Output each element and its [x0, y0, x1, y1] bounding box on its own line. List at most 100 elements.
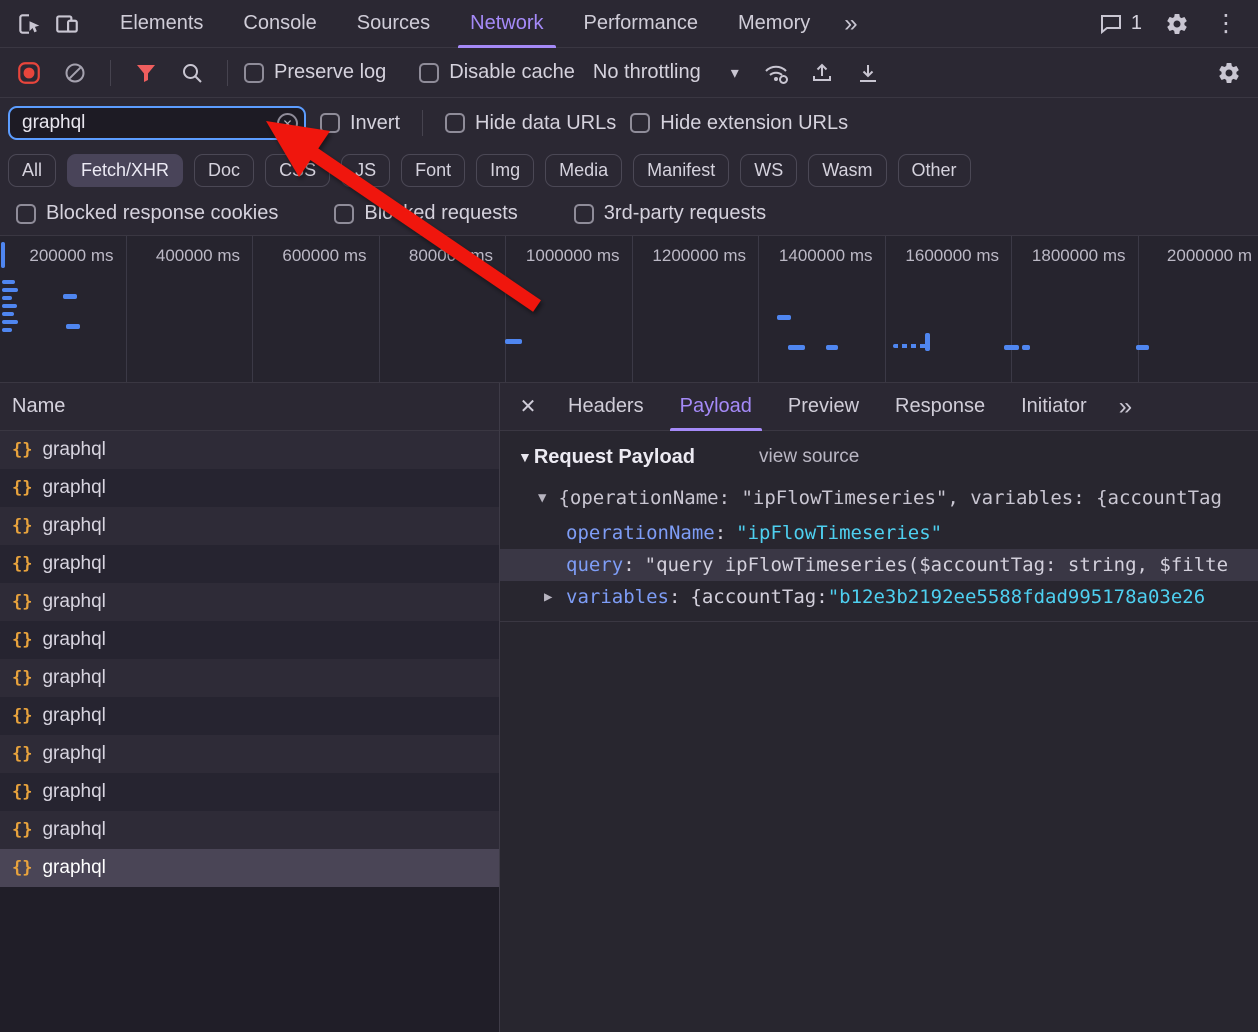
json-braces-icon: {}: [12, 668, 32, 688]
checkbox-box[interactable]: [419, 63, 439, 83]
invert-checkbox[interactable]: Invert: [320, 112, 400, 135]
json-braces-icon: {}: [12, 592, 32, 612]
view-source-link[interactable]: view source: [759, 446, 859, 468]
blocked-response-cookies-checkbox[interactable]: Blocked response cookies: [16, 202, 278, 225]
request-row[interactable]: {}graphql: [0, 735, 499, 773]
throttling-dropdown[interactable]: No throttling ▾: [583, 61, 749, 84]
request-row[interactable]: {}graphql: [0, 583, 499, 621]
name-column-header[interactable]: Name: [0, 383, 499, 431]
payload-summary-text: {operationName: "ipFlowTimeseries", vari…: [558, 487, 1221, 509]
inspect-element-icon[interactable]: [10, 5, 48, 43]
import-har-icon[interactable]: [803, 54, 841, 92]
console-messages-button[interactable]: 1: [1091, 12, 1150, 35]
request-row[interactable]: {}graphql: [0, 621, 499, 659]
chip-all[interactable]: All: [8, 154, 56, 187]
tab-memory[interactable]: Memory: [718, 0, 830, 48]
network-conditions-icon[interactable]: [757, 54, 795, 92]
clear-network-log-icon[interactable]: [56, 54, 94, 92]
third-party-requests-checkbox[interactable]: 3rd-party requests: [574, 202, 766, 225]
waterfall-activity-mark: [893, 344, 929, 348]
chip-other[interactable]: Other: [898, 154, 971, 187]
panel-tabs: Elements Console Sources Network Perform…: [100, 0, 830, 48]
preserve-log-checkbox[interactable]: Preserve log: [244, 61, 386, 84]
tab-payload[interactable]: Payload: [662, 383, 770, 431]
tab-initiator[interactable]: Initiator: [1003, 383, 1105, 431]
checkbox-box[interactable]: [320, 113, 340, 133]
search-icon[interactable]: [173, 54, 211, 92]
settings-gear-icon[interactable]: [1158, 5, 1196, 43]
checkbox-box[interactable]: [630, 113, 650, 133]
chip-media[interactable]: Media: [545, 154, 622, 187]
tab-network[interactable]: Network: [450, 0, 563, 48]
chevron-down-icon: ▾: [731, 63, 739, 83]
record-network-log-button[interactable]: [10, 54, 48, 92]
json-braces-icon: {}: [12, 820, 32, 840]
chip-ws[interactable]: WS: [740, 154, 797, 187]
disable-cache-checkbox[interactable]: Disable cache: [419, 61, 575, 84]
resource-type-chips: All Fetch/XHR Doc CSS JS Font Img Media …: [0, 148, 1258, 192]
tab-sources[interactable]: Sources: [337, 0, 450, 48]
filter-funnel-icon[interactable]: [127, 54, 165, 92]
waterfall-activity-mark: [2, 320, 18, 324]
request-row[interactable]: {}graphql: [0, 811, 499, 849]
console-message-count: 1: [1131, 12, 1142, 35]
request-row[interactable]: {}graphql: [0, 545, 499, 583]
chip-font[interactable]: Font: [401, 154, 465, 187]
disable-cache-label: Disable cache: [449, 61, 575, 84]
payload-property-row-selected[interactable]: query: "query ipFlowTimeseries($accountT…: [500, 549, 1258, 581]
tab-performance[interactable]: Performance: [564, 0, 719, 48]
chip-wasm[interactable]: Wasm: [808, 154, 886, 187]
clear-filter-icon[interactable]: ✕: [277, 113, 298, 134]
tab-elements[interactable]: Elements: [100, 0, 223, 48]
kebab-menu-icon[interactable]: ⋮: [1204, 9, 1248, 38]
hide-data-urls-checkbox[interactable]: Hide data URLs: [445, 112, 616, 135]
payload-property-row[interactable]: operationName: "ipFlowTimeseries": [500, 517, 1258, 549]
json-braces-icon: {}: [12, 706, 32, 726]
toolbar-divider: [227, 60, 228, 86]
payload-summary-row[interactable]: ▼ {operationName: "ipFlowTimeseries", va…: [500, 479, 1258, 517]
chip-img[interactable]: Img: [476, 154, 534, 187]
chip-fetch-xhr[interactable]: Fetch/XHR: [67, 154, 183, 187]
waterfall-activity-mark: [826, 345, 838, 350]
json-braces-icon: {}: [12, 858, 32, 878]
timeline-tick: 1400000 ms: [759, 236, 886, 382]
network-filter-input[interactable]: [8, 106, 306, 140]
expand-triangle-icon[interactable]: ▶: [544, 589, 558, 605]
device-toolbar-icon[interactable]: [48, 5, 86, 43]
network-settings-gear-icon[interactable]: [1210, 54, 1248, 92]
collapse-triangle-icon[interactable]: ▼: [518, 449, 532, 465]
collapse-triangle-icon[interactable]: ▼: [538, 490, 546, 506]
checkbox-box[interactable]: [244, 63, 264, 83]
request-row[interactable]: {}graphql: [0, 431, 499, 469]
blocked-requests-checkbox[interactable]: Blocked requests: [334, 202, 517, 225]
json-braces-icon: {}: [12, 440, 32, 460]
hide-extension-urls-checkbox[interactable]: Hide extension URLs: [630, 112, 848, 135]
request-row[interactable]: {}graphql: [0, 697, 499, 735]
request-row[interactable]: {}graphql: [0, 659, 499, 697]
export-har-icon[interactable]: [849, 54, 887, 92]
request-row[interactable]: {}graphql: [0, 773, 499, 811]
chip-manifest[interactable]: Manifest: [633, 154, 729, 187]
tab-headers[interactable]: Headers: [550, 383, 662, 431]
property-key: variables: [566, 586, 669, 608]
more-panels-icon[interactable]: »: [830, 10, 871, 38]
chip-css[interactable]: CSS: [265, 154, 330, 187]
checkbox-box[interactable]: [574, 204, 594, 224]
checkbox-box[interactable]: [445, 113, 465, 133]
more-detail-tabs-icon[interactable]: »: [1105, 393, 1146, 421]
tab-preview[interactable]: Preview: [770, 383, 877, 431]
request-row-selected[interactable]: {}graphql: [0, 849, 499, 887]
timeline-canvas[interactable]: 200000 ms 400000 ms 600000 ms 800000 ms …: [0, 236, 1258, 383]
chip-js[interactable]: JS: [341, 154, 390, 187]
checkbox-box[interactable]: [16, 204, 36, 224]
preserve-log-label: Preserve log: [274, 61, 386, 84]
close-icon[interactable]: ✕: [506, 383, 550, 431]
checkbox-box[interactable]: [334, 204, 354, 224]
request-row[interactable]: {}graphql: [0, 469, 499, 507]
tab-response[interactable]: Response: [877, 383, 1003, 431]
request-row[interactable]: {}graphql: [0, 507, 499, 545]
tab-console[interactable]: Console: [223, 0, 336, 48]
payload-property-row[interactable]: ▶ variables: {accountTag: "b12e3b2192ee5…: [500, 581, 1258, 613]
chip-doc[interactable]: Doc: [194, 154, 254, 187]
property-value: "ipFlowTimeseries": [736, 522, 942, 544]
